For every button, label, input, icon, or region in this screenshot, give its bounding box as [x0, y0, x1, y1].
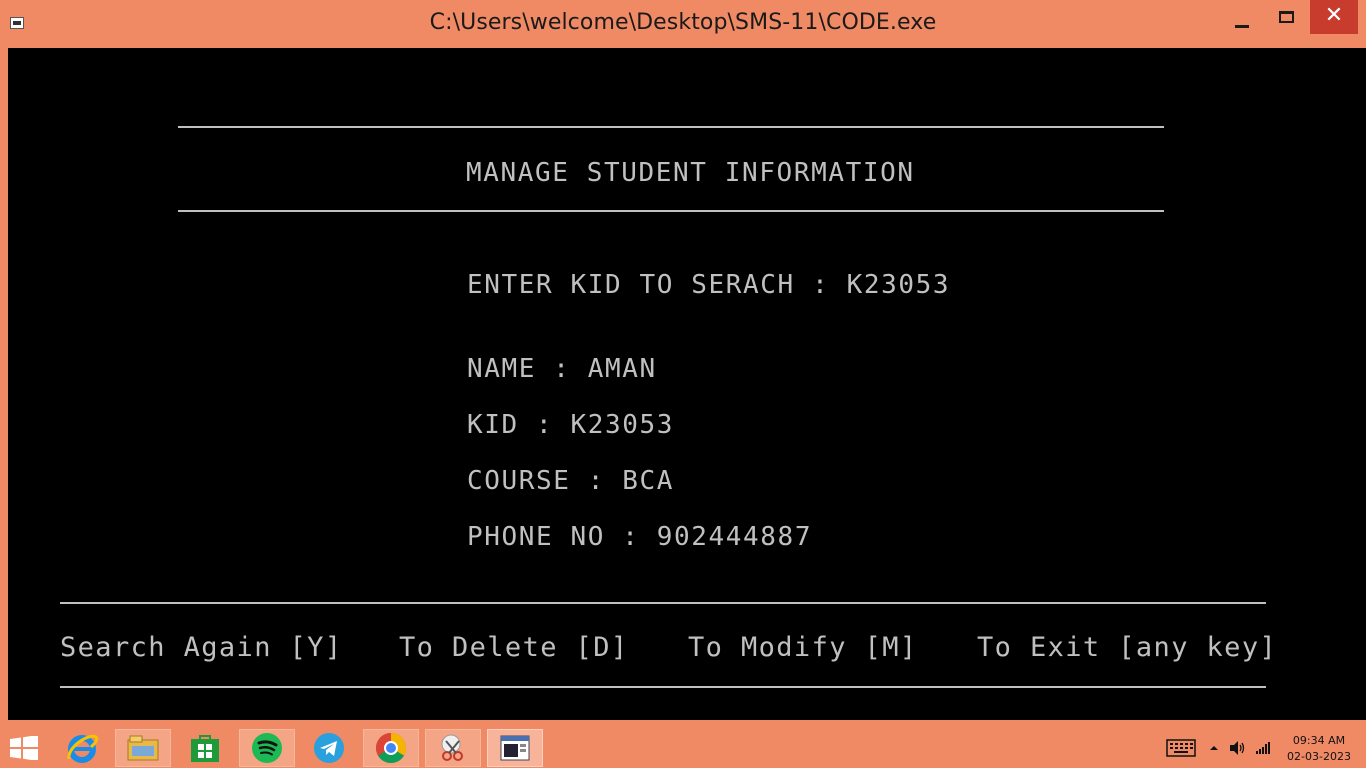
maximize-icon [1278, 11, 1294, 23]
chrome-icon [375, 733, 407, 764]
search-prompt: ENTER KID TO SERACH : K23053 [467, 270, 951, 300]
page-heading: MANAGE STUDENT INFORMATION [466, 158, 915, 188]
show-hidden-icons-button[interactable] [1208, 728, 1220, 768]
network-button[interactable] [1255, 728, 1271, 768]
menu-exit: To Exit [any key] [977, 632, 1278, 663]
minimize-button[interactable] [1220, 0, 1264, 38]
taskbar-snipping-tool[interactable] [425, 729, 481, 767]
menu-modify: To Modify [M] [688, 632, 918, 663]
internet-explorer-icon [67, 734, 99, 763]
taskbar-console-app[interactable] [487, 729, 543, 767]
taskbar-chrome[interactable] [363, 729, 419, 767]
close-button[interactable]: ✕ [1310, 0, 1358, 34]
telegram-icon [314, 733, 344, 763]
taskbar-telegram[interactable] [301, 729, 357, 767]
start-button[interactable] [10, 735, 38, 761]
student-name: NAME : AMAN [467, 354, 657, 384]
console-area[interactable]: MANAGE STUDENT INFORMATION ENTER KID TO … [8, 48, 1366, 720]
title-bar[interactable]: C:\Users\welcome\Desktop\SMS-11\CODE.exe… [0, 0, 1366, 48]
divider [178, 210, 1164, 212]
store-icon [191, 735, 219, 762]
divider [60, 686, 1266, 688]
divider [60, 602, 1266, 604]
taskbar-ie[interactable] [54, 729, 110, 767]
minimize-icon [1235, 24, 1249, 28]
divider [178, 126, 1164, 128]
menu-search-again: Search Again [Y] [60, 632, 343, 663]
windows-icon [10, 735, 38, 761]
taskbar-clock[interactable]: 09:34 AM 02-03-2023 [1284, 733, 1354, 765]
taskbar-file-explorer[interactable] [115, 729, 171, 767]
menu-delete: To Delete [D] [399, 632, 629, 663]
keyboard-tray-button[interactable] [1166, 728, 1196, 768]
student-kid: KID : K23053 [467, 410, 675, 440]
student-course: COURSE : BCA [467, 466, 675, 496]
snipping-tool-icon [441, 734, 463, 761]
clock-date: 02-03-2023 [1287, 750, 1351, 763]
maximize-button[interactable] [1264, 0, 1308, 38]
taskbar-spotify[interactable] [239, 729, 295, 767]
student-phone: PHONE NO : 902444887 [467, 522, 813, 552]
taskbar: 09:34 AM 02-03-2023 [0, 728, 1366, 768]
file-explorer-icon [127, 735, 159, 761]
volume-icon [1230, 741, 1245, 755]
console-app-icon [500, 735, 530, 761]
window-title: C:\Users\welcome\Desktop\SMS-11\CODE.exe [429, 10, 937, 35]
close-icon: ✕ [1324, 3, 1344, 28]
volume-button[interactable] [1229, 728, 1247, 768]
taskbar-store[interactable] [177, 729, 233, 767]
signal-icon [1256, 742, 1270, 754]
clock-time: 09:34 AM [1292, 734, 1346, 747]
keyboard-icon [1166, 739, 1196, 757]
spotify-icon [252, 733, 282, 763]
chevron-up-icon [1210, 746, 1218, 750]
